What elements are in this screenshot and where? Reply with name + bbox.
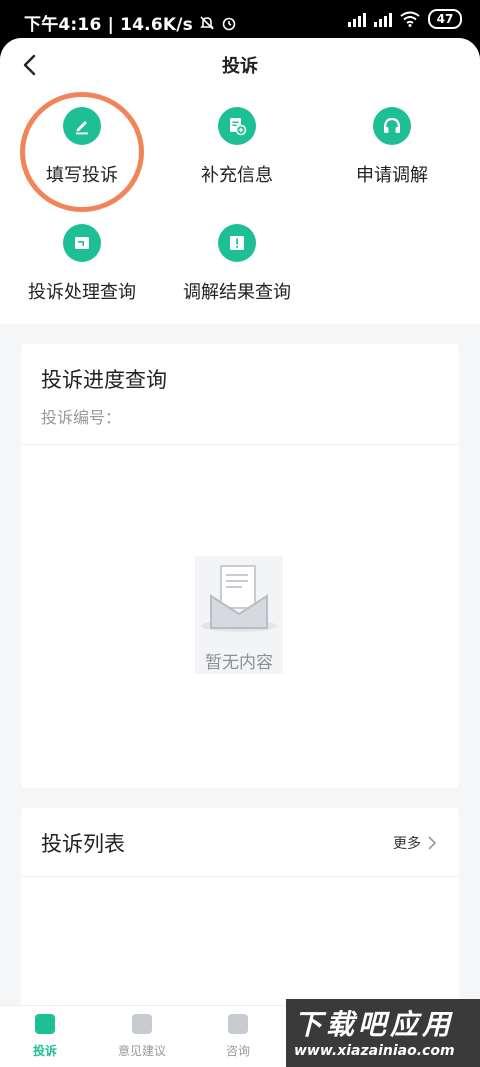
list-card-title: 投诉列表 [41, 832, 125, 856]
alarm-icon [222, 17, 236, 30]
top-bar: 投诉 [0, 38, 480, 92]
highlight-circle [20, 92, 144, 212]
result-query-icon [218, 224, 256, 262]
progress-card: 投诉进度查询 投诉编号： 暂无内容 [21, 344, 459, 788]
app-screen: 投诉 填写投诉 补充信息 申请调解 投诉处理查询 调解结果查询 投诉进度查询 投… [0, 38, 480, 1067]
wifi-icon [400, 11, 420, 27]
status-bar: 下午4:16 | 14.6K/s 47 [0, 0, 480, 40]
action-label: 补充信息 [201, 165, 273, 186]
chevron-right-icon [428, 836, 437, 850]
progress-card-title: 投诉进度查询 [41, 368, 167, 392]
more-link[interactable]: 更多 [393, 833, 437, 853]
action-label: 调解结果查询 [183, 282, 291, 303]
empty-text: 暂无内容 [205, 653, 273, 673]
complaint-list-card: 投诉列表 更多 [21, 808, 459, 1008]
add-document-icon [218, 107, 256, 145]
tab-label: 咨询 [225, 1044, 250, 1058]
complaint-tab-icon [35, 1014, 55, 1034]
consult-tab-icon [228, 1014, 248, 1034]
headset-icon [373, 107, 411, 145]
tab-consult[interactable]: 咨询 [193, 1014, 283, 1059]
process-query-icon [63, 224, 101, 262]
status-left: 下午4:16 | 14.6K/s [24, 10, 237, 35]
tab-label: 投诉 [32, 1044, 57, 1058]
action-label: 投诉处理查询 [28, 282, 136, 303]
signal-icon-2 [374, 11, 392, 27]
watermark-url: www.xiazainiao.com [294, 1043, 455, 1059]
action-request-mediation[interactable]: 申请调解 [317, 107, 467, 187]
divider [21, 444, 459, 445]
empty-state: 暂无内容 [195, 556, 283, 674]
tab-complaint[interactable]: 投诉 [0, 1014, 90, 1059]
empty-envelope-icon [201, 565, 277, 632]
action-label: 申请调解 [356, 165, 428, 186]
action-supplement-info[interactable]: 补充信息 [162, 107, 312, 187]
mute-icon [200, 15, 214, 30]
suggestion-tab-icon [132, 1014, 152, 1034]
action-result-query[interactable]: 调解结果查询 [162, 224, 312, 304]
complaint-number-label: 投诉编号： [41, 408, 122, 427]
action-process-query[interactable]: 投诉处理查询 [7, 224, 157, 304]
watermark: 下载吧应用 www.xiazainiao.com [286, 999, 480, 1067]
divider [21, 876, 459, 877]
tab-suggestions[interactable]: 意见建议 [97, 1014, 187, 1059]
watermark-title: 下载吧应用 [294, 1008, 455, 1041]
battery-level: 47 [436, 12, 454, 26]
battery-icon: 47 [428, 9, 462, 29]
more-label: 更多 [393, 836, 421, 852]
tab-label: 意见建议 [117, 1044, 166, 1058]
status-time-speed: 下午4:16 | 14.6K/s [24, 15, 193, 35]
status-right: 47 [348, 9, 462, 29]
signal-icon [348, 11, 366, 27]
page-title: 投诉 [222, 56, 258, 77]
